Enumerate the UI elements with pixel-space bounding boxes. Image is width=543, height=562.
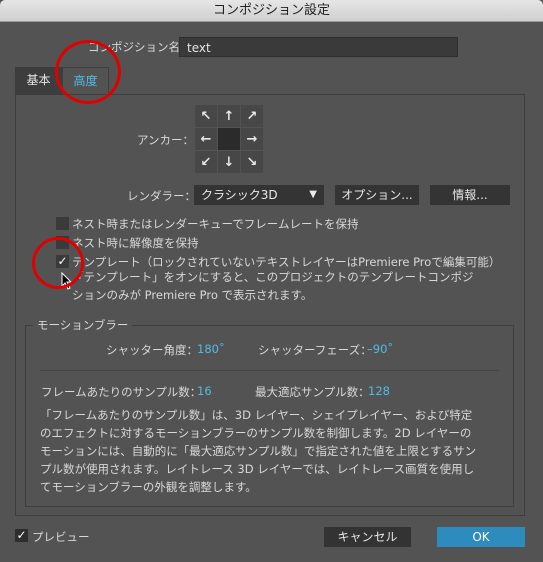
anchor-arrow-down-icon[interactable]: ↓: [218, 151, 240, 173]
shutter-phase-value[interactable]: –90˚: [367, 342, 393, 356]
template-note: 「テンプレート」をオンにすると、このプロジェクトのテンプレートコンポジ ションの…: [72, 268, 492, 304]
anchor-arrow-up-left-icon[interactable]: ↖: [195, 105, 217, 127]
tab-basic[interactable]: 基本: [15, 67, 62, 94]
preserve-frame-rate-checkbox[interactable]: [56, 217, 69, 230]
shutter-angle-value[interactable]: 180˚: [197, 342, 225, 356]
anchor-arrow-down-right-icon[interactable]: ↘: [241, 151, 263, 173]
adaptive-sample-limit-value[interactable]: 128: [368, 384, 390, 398]
composition-name-label: コンポジション名：: [88, 40, 192, 54]
template-checkbox[interactable]: ✓: [56, 255, 69, 268]
description-line: モーションには、自動的に「最大適応サンプル数」で指定された値を上限とするサン: [40, 444, 477, 458]
samples-per-frame-label: フレームあたりのサンプル数：: [41, 385, 202, 399]
renderer-info-button[interactable]: 情報...: [430, 185, 510, 205]
description-line: 「フレームあたりのサンプル数」は、3D レイヤー、シェイプレイヤー、および特定: [40, 408, 473, 422]
description-line: てモーションブラーの外観を調整します。: [40, 480, 257, 494]
anchor-arrow-up-right-icon[interactable]: ↗: [241, 105, 263, 127]
anchor-arrow-left-icon[interactable]: ←: [195, 128, 217, 150]
adaptive-sample-limit-label: 最大適応サンプル数：: [255, 385, 370, 399]
description-line: のエフェクトに対するモーションブラーのサンプル数を制御します。2D レイヤーの: [40, 426, 472, 440]
anchor-grid: ↖ ↑ ↗ ← → ↙ ↓ ↘: [195, 105, 264, 174]
composition-name-input[interactable]: text: [179, 37, 458, 57]
cancel-button[interactable]: キャンセル: [324, 527, 411, 547]
motion-blur-legend: モーションブラー: [33, 317, 133, 333]
tab-advanced[interactable]: 高度: [62, 67, 109, 94]
checkmark-icon: ✓: [16, 528, 27, 542]
template-note-line2: ションのみが Premiere Pro で表示されます。: [72, 288, 313, 302]
anchor-arrow-up-icon[interactable]: ↑: [218, 105, 240, 127]
anchor-label: アンカー：: [137, 133, 195, 147]
checkmark-icon: ✓: [57, 254, 68, 268]
shutter-phase-label: シャッターフェーズ：: [258, 343, 372, 357]
anchor-center[interactable]: [218, 128, 240, 150]
shutter-angle-label: シャッター角度：: [106, 343, 198, 357]
anchor-arrow-right-icon[interactable]: →: [241, 128, 263, 150]
preview-checkbox[interactable]: ✓: [15, 529, 28, 542]
samples-per-frame-value[interactable]: 16: [197, 384, 212, 398]
preview-label: プレビュー: [32, 530, 90, 544]
renderer-selected: クラシック3D: [201, 188, 278, 202]
mouse-cursor-icon: [61, 272, 73, 290]
preserve-resolution-label: ネスト時に解像度を保持: [72, 236, 199, 250]
renderer-label: レンダラー：: [127, 189, 196, 203]
ok-button[interactable]: OK: [437, 527, 525, 547]
chevron-down-icon: ▼: [309, 189, 317, 200]
renderer-options-button[interactable]: オプション...: [335, 185, 419, 205]
anchor-arrow-down-left-icon[interactable]: ↙: [195, 151, 217, 173]
preserve-frame-rate-label: ネスト時またはレンダーキューでフレームレートを保持: [72, 217, 359, 231]
renderer-dropdown[interactable]: クラシック3D ▼: [194, 185, 324, 205]
window-title: コンポジション設定: [0, 0, 543, 22]
template-note-line1: 「テンプレート」をオンにすると、このプロジェクトのテンプレートコンポジ: [72, 270, 474, 284]
description-line: プル数が使用されます。レイトレース 3D レイヤーでは、レイトレース画質を使用し: [40, 462, 475, 476]
motion-blur-divider: [40, 370, 499, 371]
motion-blur-description: 「フレームあたりのサンプル数」は、3D レイヤー、シェイプレイヤー、および特定 …: [40, 406, 480, 496]
preserve-resolution-checkbox[interactable]: [56, 236, 69, 249]
